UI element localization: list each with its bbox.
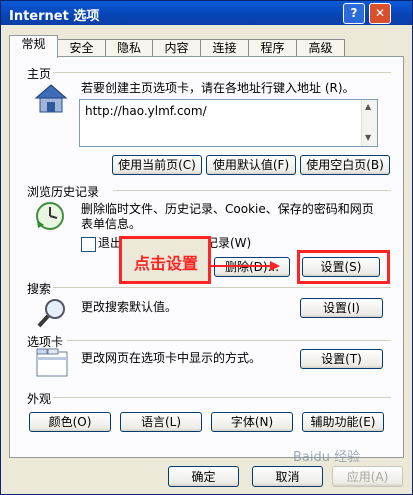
- search-section-label: 搜索: [27, 282, 52, 296]
- house-icon: [34, 83, 68, 118]
- apply-button[interactable]: 应用(A): [332, 466, 403, 487]
- tab-security[interactable]: 安全: [57, 39, 106, 57]
- languages-button[interactable]: 语言(L): [120, 412, 202, 432]
- tabbed-window-icon: [36, 348, 68, 381]
- title-bar[interactable]: Internet 选项 ? ✕: [1, 1, 412, 25]
- search-divider: [53, 287, 391, 288]
- home-url-value[interactable]: http://hao.ylmf.com/: [85, 104, 207, 118]
- search-settings-button[interactable]: 设置(I): [300, 298, 383, 318]
- window-title: Internet 选项: [9, 9, 100, 24]
- home-section-label: 主页: [27, 67, 52, 81]
- internet-options-window: Internet 选项 ? ✕ 常规 安全 隐私 内容 连接 程序 高级 主页 …: [0, 0, 413, 495]
- annotation-text: 点击设置: [134, 254, 199, 273]
- home-divider: [53, 72, 391, 73]
- tabs-settings-button[interactable]: 设置(T): [300, 349, 383, 369]
- home-url-field[interactable]: http://hao.ylmf.com/ ▲ ▼: [79, 99, 378, 147]
- magnifier-icon: [36, 297, 68, 332]
- history-section-label: 浏览历史记录: [27, 185, 100, 199]
- history-clock-icon: [34, 200, 66, 235]
- fonts-button[interactable]: 字体(N): [211, 412, 293, 432]
- search-description: 更改搜索默认值。: [81, 300, 178, 314]
- appearance-divider: [53, 397, 391, 398]
- appearance-section-label: 外观: [27, 392, 52, 406]
- annotation-arrow-line: [211, 265, 271, 267]
- tab-privacy[interactable]: 隐私: [105, 39, 153, 57]
- cancel-button[interactable]: 取消: [252, 466, 323, 487]
- watermark: Baidu 经验: [293, 450, 361, 465]
- tab-content[interactable]: 内容: [152, 39, 201, 57]
- close-button[interactable]: ✕: [369, 3, 391, 24]
- delete-on-exit-checkbox[interactable]: [81, 237, 96, 252]
- ok-button[interactable]: 确定: [168, 466, 239, 487]
- tab-programs[interactable]: 程序: [248, 39, 297, 57]
- settings-highlight-box: [297, 250, 390, 284]
- colors-button[interactable]: 颜色(O): [29, 412, 111, 432]
- url-scrollbar[interactable]: ▲ ▼: [361, 100, 377, 146]
- scroll-up-icon[interactable]: ▲: [365, 102, 371, 111]
- history-divider: [113, 190, 391, 191]
- use-blank-button[interactable]: 使用空白页(B): [300, 155, 390, 175]
- tabs-divider: [67, 340, 391, 341]
- scroll-down-icon[interactable]: ▼: [365, 133, 371, 142]
- arrow-right-icon: [270, 261, 280, 271]
- accessibility-button[interactable]: 辅助功能(E): [302, 412, 384, 432]
- tab-general[interactable]: 常规: [9, 35, 58, 58]
- home-description: 若要创建主页选项卡，请在各地址行键入地址 (R)。: [81, 81, 355, 95]
- use-default-button[interactable]: 使用默认值(F): [206, 155, 296, 175]
- help-button[interactable]: ?: [343, 3, 365, 24]
- tab-connections[interactable]: 连接: [200, 39, 249, 57]
- tab-advanced[interactable]: 高级: [296, 39, 345, 57]
- history-description: 删除临时文件、历史记录、Cookie、保存的密码和网页表单信息。: [81, 202, 374, 231]
- use-current-page-button[interactable]: 使用当前页(C): [112, 155, 202, 175]
- tabs-description: 更改网页在选项卡中显示的方式。: [81, 351, 262, 365]
